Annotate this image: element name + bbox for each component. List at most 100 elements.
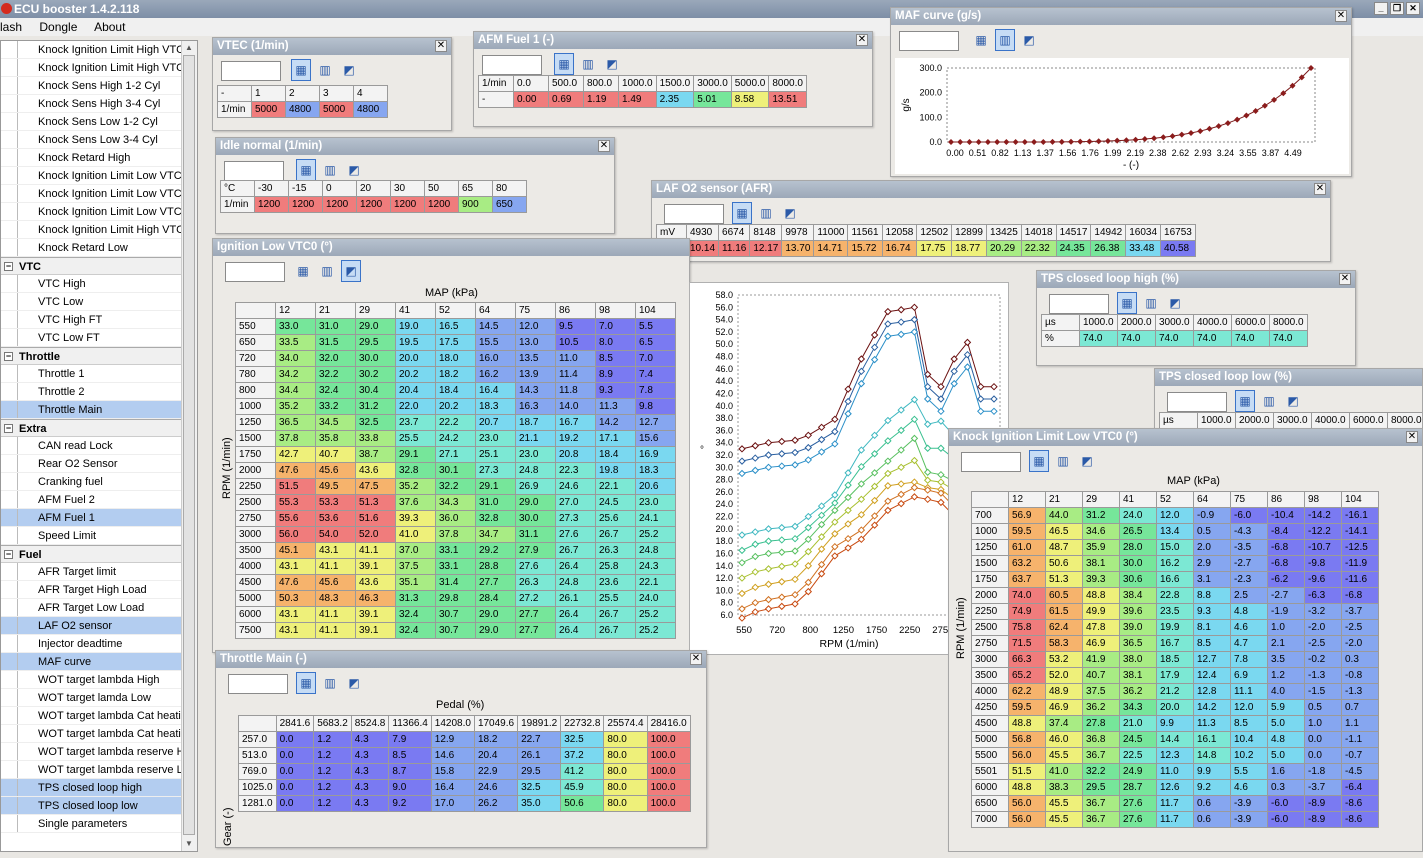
table-cell[interactable]: -0.7 xyxy=(1341,747,1379,764)
table-cell[interactable]: 2750 xyxy=(971,635,1009,652)
table-cell[interactable]: 37.8 xyxy=(435,526,476,543)
table-cell[interactable]: 13.0 xyxy=(515,334,556,351)
table-cell[interactable]: 16034 xyxy=(1125,224,1162,241)
vtec-window[interactable]: VTEC (1/min) ✕ ▦ ▥ ◩ -1 2 3 4 1/min 5000 4800 5000… xyxy=(212,37,452,131)
table-cell[interactable]: 32.2 xyxy=(315,366,356,383)
table-cell[interactable]: 10.2 xyxy=(1230,747,1268,764)
table-cell[interactable]: 26.4 xyxy=(555,606,596,623)
table-cell[interactable]: 58.3 xyxy=(1045,635,1083,652)
table-cell[interactable]: 47.5 xyxy=(355,478,396,495)
table-cell[interactable]: -14.1 xyxy=(1341,523,1379,540)
table-cell[interactable]: 80.0 xyxy=(603,763,648,780)
table-cell[interactable]: 0.5 xyxy=(1193,523,1231,540)
table-cell[interactable]: 100.0 xyxy=(646,763,691,780)
table-cell[interactable]: 23.5 xyxy=(1156,603,1194,620)
table-cell[interactable]: 6000 xyxy=(971,779,1009,796)
table-cell[interactable]: -3.9 xyxy=(1230,811,1268,828)
restore-icon[interactable]: ❐ xyxy=(1390,2,1404,15)
table-cell[interactable]: 100.0 xyxy=(646,747,691,764)
table-cell[interactable]: 34.0 xyxy=(275,350,316,367)
table-cell[interactable]: 74.0 xyxy=(1117,330,1156,347)
table-cell[interactable]: 26.1 xyxy=(517,747,562,764)
tree-item[interactable]: VTC High xyxy=(1,275,183,293)
table-cell[interactable]: 36.8 xyxy=(1082,731,1120,748)
table-cell[interactable]: 41.9 xyxy=(1082,651,1120,668)
table-cell[interactable]: 74.0 xyxy=(1008,587,1046,604)
table-cell[interactable]: 52.0 xyxy=(1045,667,1083,684)
table-cell[interactable]: 23.7 xyxy=(395,414,436,431)
graph-icon[interactable]: ◩ xyxy=(1019,29,1039,51)
table-cell[interactable]: 44.0 xyxy=(1045,507,1083,524)
table-cell[interactable]: 41.1 xyxy=(315,606,356,623)
table-cell[interactable]: 3 xyxy=(319,85,354,102)
table-cell[interactable]: 60.5 xyxy=(1045,587,1083,604)
table-cell[interactable]: 100.0 xyxy=(646,731,691,748)
table-cell[interactable]: 36.2 xyxy=(1082,699,1120,716)
bar-chart-icon[interactable]: ▥ xyxy=(995,29,1015,51)
table-cell[interactable]: -8.9 xyxy=(1304,795,1342,812)
table-cell[interactable]: 23.0 xyxy=(515,446,556,463)
value-input[interactable] xyxy=(664,204,724,224)
table-cell[interactable]: 41.1 xyxy=(315,622,356,639)
table-cell[interactable]: 16753 xyxy=(1160,224,1196,241)
tree-item[interactable]: AFR Target High Load xyxy=(1,581,183,599)
table-cell[interactable]: 24.5 xyxy=(1119,731,1157,748)
table-cell[interactable]: 4.7 xyxy=(1230,635,1268,652)
tree-item[interactable]: Knock Ignition Limit High VTC1 xyxy=(1,221,183,239)
table-cell[interactable]: 64 xyxy=(475,302,516,319)
bar-chart-icon[interactable]: ▥ xyxy=(1053,450,1073,472)
table-cell[interactable]: 1/min xyxy=(478,75,514,92)
table-cell[interactable]: 41.1 xyxy=(355,542,396,559)
table-cell[interactable]: 12.6 xyxy=(1156,779,1194,796)
table-cell[interactable]: 104 xyxy=(1341,491,1379,508)
table-cell[interactable]: 37.2 xyxy=(560,747,605,764)
table-cell[interactable]: 53.2 xyxy=(1045,651,1083,668)
tree-item[interactable]: Throttle 2 xyxy=(1,383,183,401)
value-input[interactable] xyxy=(228,674,288,694)
table-cell[interactable]: -1.8 xyxy=(1304,763,1342,780)
table-view-icon[interactable]: ▦ xyxy=(732,202,752,224)
throttle-main-window[interactable]: Throttle Main (-) ✕ ▦ ▥ ◩ Pedal (%) Gear (-… xyxy=(215,650,707,848)
table-cell[interactable]: 4.3 xyxy=(350,779,390,796)
table-cell[interactable]: 800 xyxy=(235,382,276,399)
close-icon[interactable]: ✕ xyxy=(856,34,868,46)
table-cell[interactable]: -0.8 xyxy=(1341,667,1379,684)
table-cell[interactable]: 65 xyxy=(458,180,493,197)
table-cell[interactable]: 26.7 xyxy=(595,606,636,623)
table-cell[interactable]: 27.8 xyxy=(1082,715,1120,732)
table-cell[interactable]: 12.0 xyxy=(515,318,556,335)
table-cell[interactable]: 2.1 xyxy=(1267,635,1305,652)
table-cell[interactable]: 8.58 xyxy=(730,91,770,108)
tree-item[interactable]: VTC Low xyxy=(1,293,183,311)
table-cell[interactable]: 18.4 xyxy=(435,382,476,399)
table-cell[interactable]: 12 xyxy=(1008,491,1046,508)
graph-icon[interactable]: ◩ xyxy=(341,260,361,282)
table-cell[interactable]: 45.5 xyxy=(1045,795,1083,812)
tree-item[interactable]: Knock Sens High 3-4 Cyl xyxy=(1,95,183,113)
table-cell[interactable]: 80.0 xyxy=(603,779,648,796)
table-cell[interactable]: 2000 xyxy=(971,587,1009,604)
table-cell[interactable]: -4.3 xyxy=(1230,523,1268,540)
table-cell[interactable]: 34.2 xyxy=(275,366,316,383)
table-cell[interactable]: 19891.2 xyxy=(517,715,562,732)
graph-icon[interactable]: ◩ xyxy=(780,202,800,224)
table-cell[interactable]: 5.9 xyxy=(1267,699,1305,716)
table-cell[interactable]: 1200 xyxy=(322,196,357,213)
table-cell[interactable]: 24.6 xyxy=(473,779,519,796)
table-cell[interactable]: 29.0 xyxy=(475,622,516,639)
table-cell[interactable]: 4500 xyxy=(235,574,276,591)
table-cell[interactable]: 7.0 xyxy=(635,350,676,367)
graph-icon[interactable]: ◩ xyxy=(602,53,622,75)
table-cell[interactable]: 35.1 xyxy=(395,574,436,591)
table-cell[interactable]: 4000.0 xyxy=(1193,314,1232,331)
table-cell[interactable]: 29 xyxy=(355,302,396,319)
table-cell[interactable]: 42.7 xyxy=(275,446,316,463)
table-cell[interactable]: 28.0 xyxy=(1119,539,1157,556)
tree-item[interactable]: WOT target lambda Cat heati xyxy=(1,725,183,743)
table-cell[interactable]: -8.6 xyxy=(1341,795,1379,812)
table-cell[interactable]: 1025.0 xyxy=(238,779,277,796)
table-cell[interactable]: 24.8 xyxy=(555,574,596,591)
table-cell[interactable]: 10.4 xyxy=(1230,731,1268,748)
table-cell[interactable]: 800.0 xyxy=(583,75,619,92)
table-cell[interactable]: 53.3 xyxy=(315,494,356,511)
